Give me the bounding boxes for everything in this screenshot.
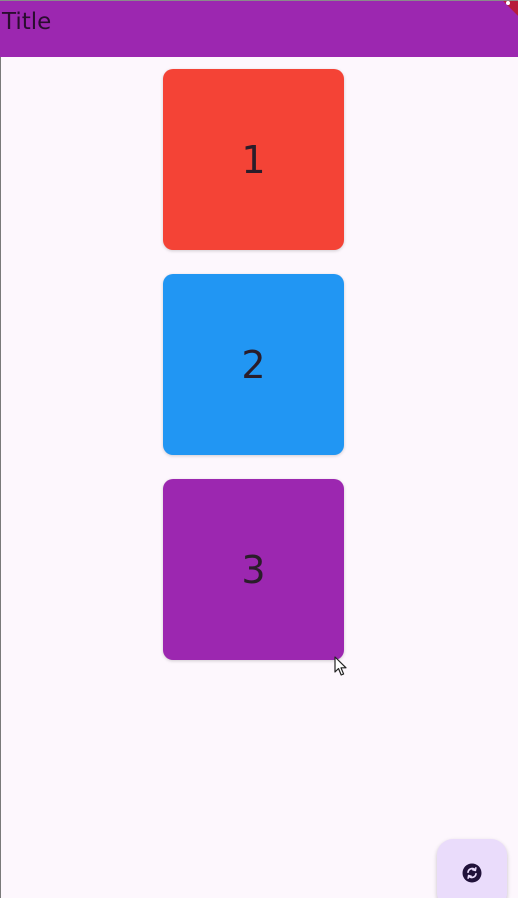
app-window: Title 1 2 3 [0, 0, 518, 898]
debug-banner [490, 1, 518, 21]
tile-2[interactable]: 2 [163, 274, 344, 455]
refresh-button[interactable] [437, 839, 507, 898]
tile-1[interactable]: 1 [163, 69, 344, 250]
tile-2-label: 2 [241, 342, 266, 387]
mouse-cursor-icon [334, 656, 347, 676]
app-bar-title: Title [2, 9, 52, 35]
window-border [0, 0, 1, 898]
refresh-icon [462, 863, 482, 883]
tile-3[interactable]: 3 [163, 479, 344, 660]
tile-3-label: 3 [241, 547, 266, 592]
app-bar: Title [0, 0, 518, 57]
tile-1-label: 1 [241, 137, 266, 182]
